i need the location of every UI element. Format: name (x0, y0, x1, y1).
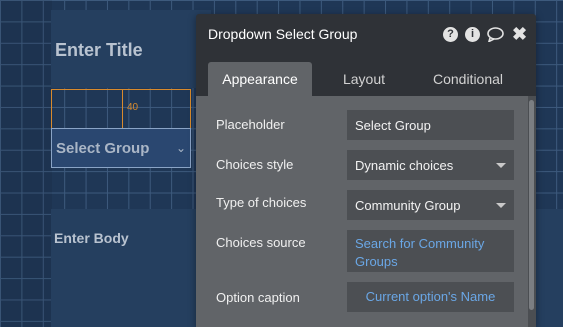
spacer-indicator: 40 (51, 89, 191, 130)
tab-appearance[interactable]: Appearance (208, 62, 312, 96)
spacer-line (122, 90, 123, 130)
info-icon[interactable]: i (465, 26, 480, 42)
tab-bar: Appearance Layout Conditional (196, 60, 536, 96)
type-of-choices-select[interactable]: Community Group (347, 190, 514, 220)
caret-down-icon (496, 202, 506, 208)
dialog-title: Dropdown Select Group (208, 26, 358, 42)
header-icons: ? i ✖ (443, 24, 528, 44)
spacer-value: 40 (127, 102, 139, 113)
choices-source-value[interactable]: Search for Community Groups (355, 235, 506, 271)
title-group[interactable]: Enter Title (51, 10, 211, 88)
select-group-dropdown[interactable]: Select Group ⌄ (51, 128, 191, 168)
panel-scrollbar[interactable] (528, 96, 536, 327)
close-icon[interactable]: ✖ (511, 24, 528, 44)
type-of-choices-value: Community Group (355, 197, 461, 213)
dialog-header[interactable]: Dropdown Select Group ? i ✖ (196, 14, 536, 54)
scrollbar-thumb[interactable] (529, 100, 534, 310)
canvas-left-strip (0, 0, 52, 327)
property-editor-dialog: Dropdown Select Group ? i ✖ Appearance L… (196, 14, 536, 327)
option-caption-expression[interactable]: Current option's Name (347, 282, 514, 312)
choices-style-select[interactable]: Dynamic choices (347, 150, 514, 180)
option-caption-value[interactable]: Current option's Name (366, 288, 496, 306)
body-text[interactable]: Enter Body (54, 230, 129, 246)
choices-source-label: Choices source (216, 235, 306, 250)
tab-conditional[interactable]: Conditional (416, 62, 520, 96)
placeholder-value: Select Group (355, 117, 431, 133)
title-text[interactable]: Enter Title (55, 40, 143, 61)
chevron-down-icon: ⌄ (175, 141, 186, 155)
select-group-label: Select Group (56, 139, 150, 157)
option-caption-label: Option caption (216, 290, 300, 305)
comment-icon[interactable] (487, 26, 504, 43)
choices-style-label: Choices style (216, 157, 294, 172)
type-of-choices-label: Type of choices (216, 195, 307, 210)
choices-source-expression[interactable]: Search for Community Groups (347, 230, 514, 272)
tab-layout[interactable]: Layout (312, 62, 416, 96)
help-icon[interactable]: ? (443, 26, 458, 42)
appearance-panel: Placeholder Select Group Choices style D… (196, 96, 528, 327)
caret-down-icon (496, 162, 506, 168)
placeholder-label: Placeholder (216, 117, 285, 132)
placeholder-input[interactable]: Select Group (347, 110, 514, 140)
choices-style-value: Dynamic choices (355, 157, 454, 173)
